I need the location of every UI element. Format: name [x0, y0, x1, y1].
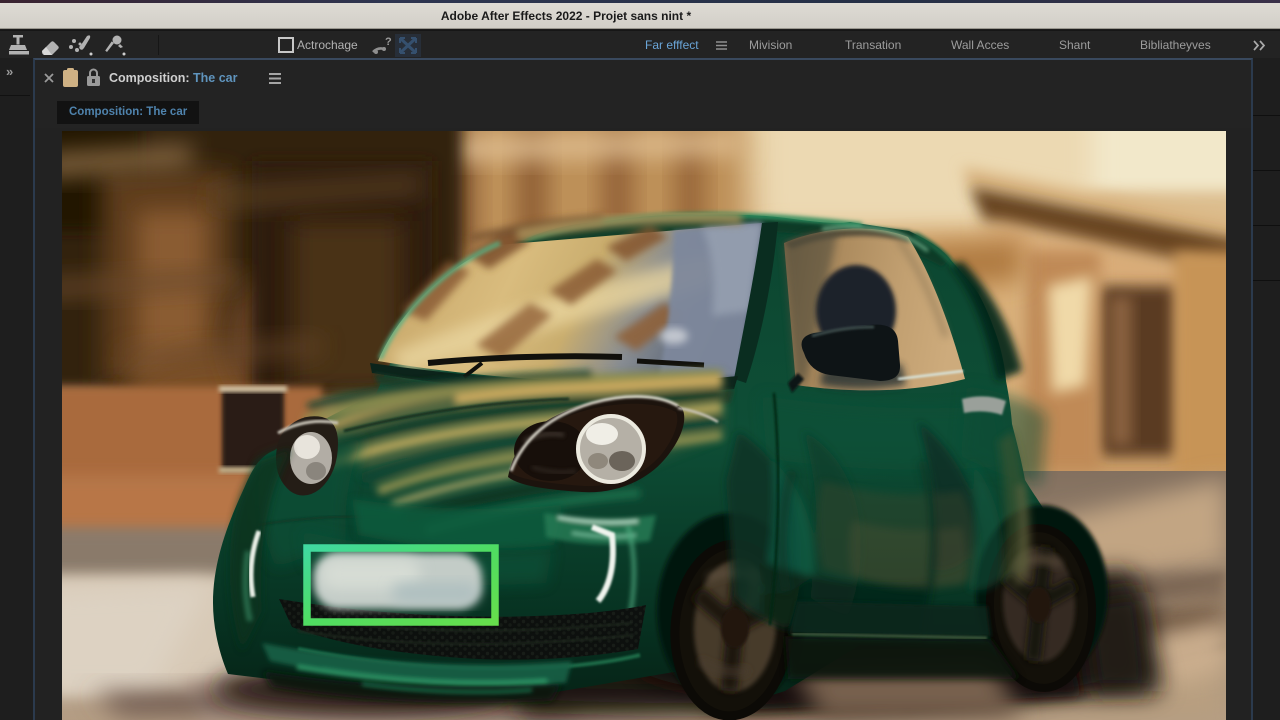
svg-text:?: ?: [385, 36, 392, 48]
